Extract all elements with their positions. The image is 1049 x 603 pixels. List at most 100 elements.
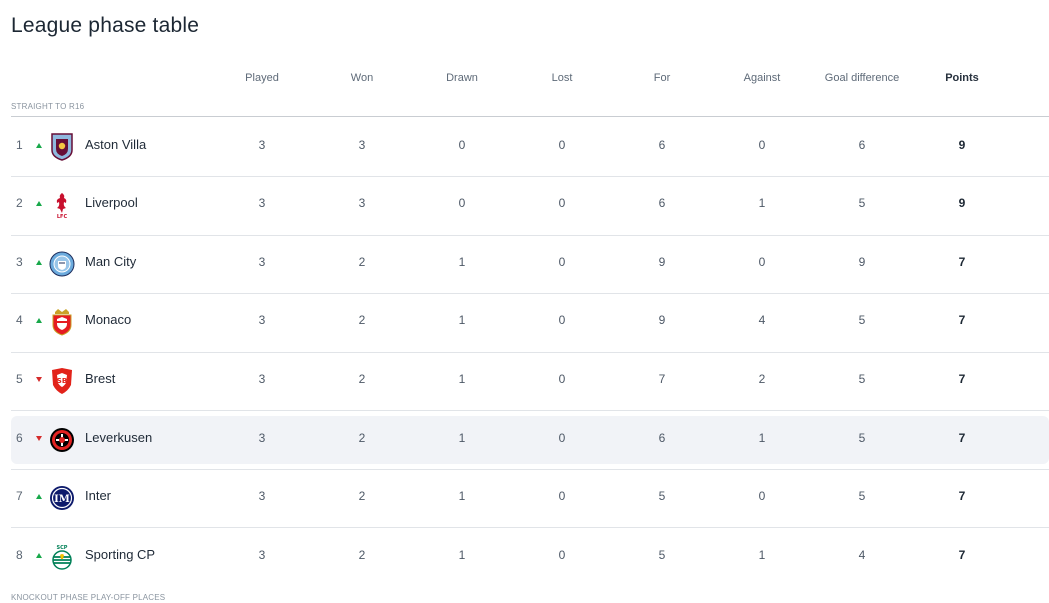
row-divider — [11, 235, 1049, 236]
svg-text:IM: IM — [54, 494, 70, 505]
monaco-crest-icon — [49, 308, 75, 336]
cell-goal-difference: 6 — [858, 138, 866, 152]
table-row[interactable]: 3 Man City 3 2 1 0 9 0 9 7 — [11, 240, 1049, 288]
column-header-won[interactable]: Won — [312, 72, 412, 84]
cell-against: 2 — [758, 372, 766, 386]
cell-for: 9 — [658, 313, 666, 327]
cell-points: 9 — [958, 138, 966, 152]
cell-drawn: 1 — [458, 313, 466, 327]
sporting-cp-crest-icon: SCP — [49, 543, 75, 571]
cell-points: 7 — [958, 489, 966, 503]
cell-points: 7 — [958, 313, 966, 327]
section-label-straight-to-r16: STRAIGHT TO R16 — [11, 102, 85, 111]
cell-goal-difference: 5 — [858, 372, 866, 386]
cell-against: 1 — [758, 548, 766, 562]
trend-up-icon — [36, 143, 42, 148]
cell-points: 9 — [958, 196, 966, 210]
svg-text:SCP: SCP — [57, 545, 68, 551]
table-row[interactable]: 4 Monaco 3 2 1 0 9 4 5 7 — [11, 298, 1049, 346]
cell-played: 3 — [258, 489, 266, 503]
table-row[interactable]: 6 Leverkusen 3 2 1 0 6 1 5 7 — [11, 416, 1049, 464]
table-row[interactable]: 5 SB Brest 3 2 1 0 7 2 5 7 — [11, 357, 1049, 405]
table-row[interactable]: 8 SCP Sporting CP 3 2 1 0 5 1 4 7 — [11, 533, 1049, 581]
column-header-against[interactable]: Against — [712, 72, 812, 84]
rank-number: 4 — [16, 313, 23, 327]
cell-played: 3 — [258, 548, 266, 562]
cell-points: 7 — [958, 548, 966, 562]
liverpool-crest-icon: LFC — [49, 191, 75, 219]
cell-won: 2 — [358, 431, 366, 445]
cell-points: 7 — [958, 431, 966, 445]
column-header-goal-difference[interactable]: Goal difference — [812, 72, 912, 84]
table-row[interactable]: 7 IM Inter 3 2 1 0 5 0 5 7 — [11, 474, 1049, 522]
cell-drawn: 0 — [458, 138, 466, 152]
cell-goal-difference: 9 — [858, 255, 866, 269]
team-name[interactable]: Monaco — [85, 312, 131, 327]
cell-against: 0 — [758, 489, 766, 503]
team-name[interactable]: Man City — [85, 254, 136, 269]
team-name[interactable]: Liverpool — [85, 195, 138, 210]
team-name[interactable]: Aston Villa — [85, 137, 146, 152]
cell-played: 3 — [258, 255, 266, 269]
cell-against: 0 — [758, 138, 766, 152]
cell-for: 6 — [658, 431, 666, 445]
column-header-lost[interactable]: Lost — [512, 72, 612, 84]
cell-lost: 0 — [558, 548, 566, 562]
column-header-for[interactable]: For — [612, 72, 712, 84]
aston-villa-crest-icon — [49, 133, 75, 161]
cell-won: 2 — [358, 313, 366, 327]
cell-goal-difference: 5 — [858, 431, 866, 445]
cell-won: 2 — [358, 489, 366, 503]
column-header-played[interactable]: Played — [212, 72, 312, 84]
cell-lost: 0 — [558, 489, 566, 503]
team-name[interactable]: Sporting CP — [85, 547, 155, 562]
cell-for: 7 — [658, 372, 666, 386]
rank-number: 7 — [16, 489, 23, 503]
cell-drawn: 1 — [458, 372, 466, 386]
cell-for: 9 — [658, 255, 666, 269]
cell-won: 2 — [358, 548, 366, 562]
trend-down-icon — [36, 436, 42, 441]
trend-up-icon — [36, 260, 42, 265]
cell-drawn: 1 — [458, 431, 466, 445]
cell-against: 0 — [758, 255, 766, 269]
row-divider — [11, 527, 1049, 528]
svg-text:SB: SB — [57, 377, 67, 385]
cell-won: 3 — [358, 138, 366, 152]
svg-text:LFC: LFC — [57, 214, 68, 219]
cell-drawn: 1 — [458, 489, 466, 503]
cell-drawn: 1 — [458, 255, 466, 269]
row-divider — [11, 176, 1049, 177]
row-divider — [11, 469, 1049, 470]
cell-goal-difference: 4 — [858, 548, 866, 562]
cell-played: 3 — [258, 372, 266, 386]
cell-drawn: 0 — [458, 196, 466, 210]
cell-lost: 0 — [558, 196, 566, 210]
table-row[interactable]: 2 LFC Liverpool 3 3 0 0 6 1 5 9 — [11, 181, 1049, 229]
cell-against: 4 — [758, 313, 766, 327]
cell-against: 1 — [758, 196, 766, 210]
man-city-crest-icon — [49, 250, 75, 278]
inter-crest-icon: IM — [49, 484, 75, 512]
team-name[interactable]: Inter — [85, 488, 111, 503]
row-divider — [11, 410, 1049, 411]
rank-number: 5 — [16, 372, 23, 386]
cell-goal-difference: 5 — [858, 313, 866, 327]
cell-drawn: 1 — [458, 548, 466, 562]
cell-won: 2 — [358, 372, 366, 386]
cell-for: 5 — [658, 548, 666, 562]
cell-won: 3 — [358, 196, 366, 210]
team-name[interactable]: Brest — [85, 371, 115, 386]
trend-down-icon — [36, 377, 42, 382]
column-header-drawn[interactable]: Drawn — [412, 72, 512, 84]
cell-points: 7 — [958, 255, 966, 269]
rank-number: 2 — [16, 196, 23, 210]
cell-for: 6 — [658, 138, 666, 152]
section-label-knockout-playoff: KNOCKOUT PHASE PLAY-OFF PLACES — [11, 593, 166, 602]
leverkusen-crest-icon — [49, 426, 75, 454]
column-header-points[interactable]: Points — [912, 72, 1012, 84]
table-header: Played Won Drawn Lost For Against Goal d… — [11, 72, 1049, 90]
brest-crest-icon: SB — [49, 367, 75, 395]
team-name[interactable]: Leverkusen — [85, 430, 152, 445]
table-row[interactable]: 1 Aston Villa 3 3 0 0 6 0 6 9 — [11, 123, 1049, 171]
